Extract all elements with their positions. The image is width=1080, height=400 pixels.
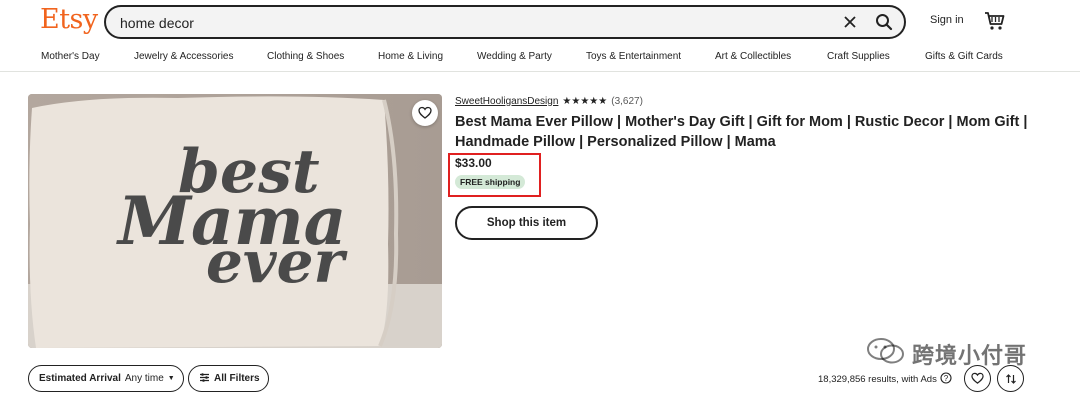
all-filters-button[interactable]: All Filters <box>188 365 269 392</box>
image-text-ever: ever <box>206 228 349 296</box>
site-header: Etsy Sign in Mother's Day Jewelry & Acce… <box>0 0 1080 72</box>
sign-in-link[interactable]: Sign in <box>930 14 964 26</box>
category-toys-entertainment[interactable]: Toys & Entertainment <box>586 51 681 62</box>
watermark-text: 跨境小付哥 <box>912 343 1028 368</box>
listing-title[interactable]: Best Mama Ever Pillow | Mother's Day Gif… <box>455 112 1055 152</box>
shop-this-item-button[interactable]: Shop this item <box>455 206 598 240</box>
favorite-heart-icon[interactable] <box>412 100 438 126</box>
category-wedding-party[interactable]: Wedding & Party <box>477 51 552 62</box>
shop-info-row: SweetHooligansDesign ★★★★★ (3,627) <box>455 94 643 108</box>
search-icon[interactable] <box>870 9 898 35</box>
listing-image[interactable]: best Mama ever <box>28 94 442 348</box>
clear-search-icon[interactable] <box>838 10 862 34</box>
all-filters-label: All Filters <box>214 373 260 384</box>
results-count-text: 18,329,856 results, with Ads <box>818 374 937 385</box>
estimated-arrival-label: Estimated Arrival <box>39 373 121 384</box>
estimated-arrival-filter[interactable]: Estimated Arrival Any time ▼ <box>28 365 184 392</box>
category-craft-supplies[interactable]: Craft Supplies <box>827 51 890 62</box>
rating-count: (3,627) <box>611 95 643 107</box>
caret-down-icon: ▼ <box>167 375 175 382</box>
category-gifts-gift-cards[interactable]: Gifts & Gift Cards <box>925 51 1003 62</box>
category-home-living[interactable]: Home & Living <box>378 51 443 62</box>
rating-stars: ★★★★★ <box>562 95 608 107</box>
results-count: 18,329,856 results, with Ads ? <box>818 372 952 387</box>
category-mothers-day[interactable]: Mother's Day <box>41 51 100 62</box>
shop-name-link[interactable]: SweetHooligansDesign <box>455 96 558 107</box>
category-clothing-shoes[interactable]: Clothing & Shoes <box>267 51 344 62</box>
svg-text:?: ? <box>944 374 949 383</box>
cart-icon[interactable] <box>984 10 1006 32</box>
wechat-icon <box>866 336 906 372</box>
category-art-collectibles[interactable]: Art & Collectibles <box>715 51 791 62</box>
ads-info-icon[interactable]: ? <box>940 372 952 387</box>
filter-sliders-icon <box>199 372 210 386</box>
price-highlight-box <box>448 153 541 197</box>
etsy-logo[interactable]: Etsy <box>40 4 98 35</box>
watermark: 跨境小付哥 <box>866 336 1027 372</box>
search-input[interactable] <box>120 13 800 33</box>
search-bar <box>104 5 906 39</box>
category-jewelry-accessories[interactable]: Jewelry & Accessories <box>134 51 233 62</box>
category-nav: Mother's Day Jewelry & Accessories Cloth… <box>0 48 1080 68</box>
estimated-arrival-value: Any time <box>124 373 164 384</box>
